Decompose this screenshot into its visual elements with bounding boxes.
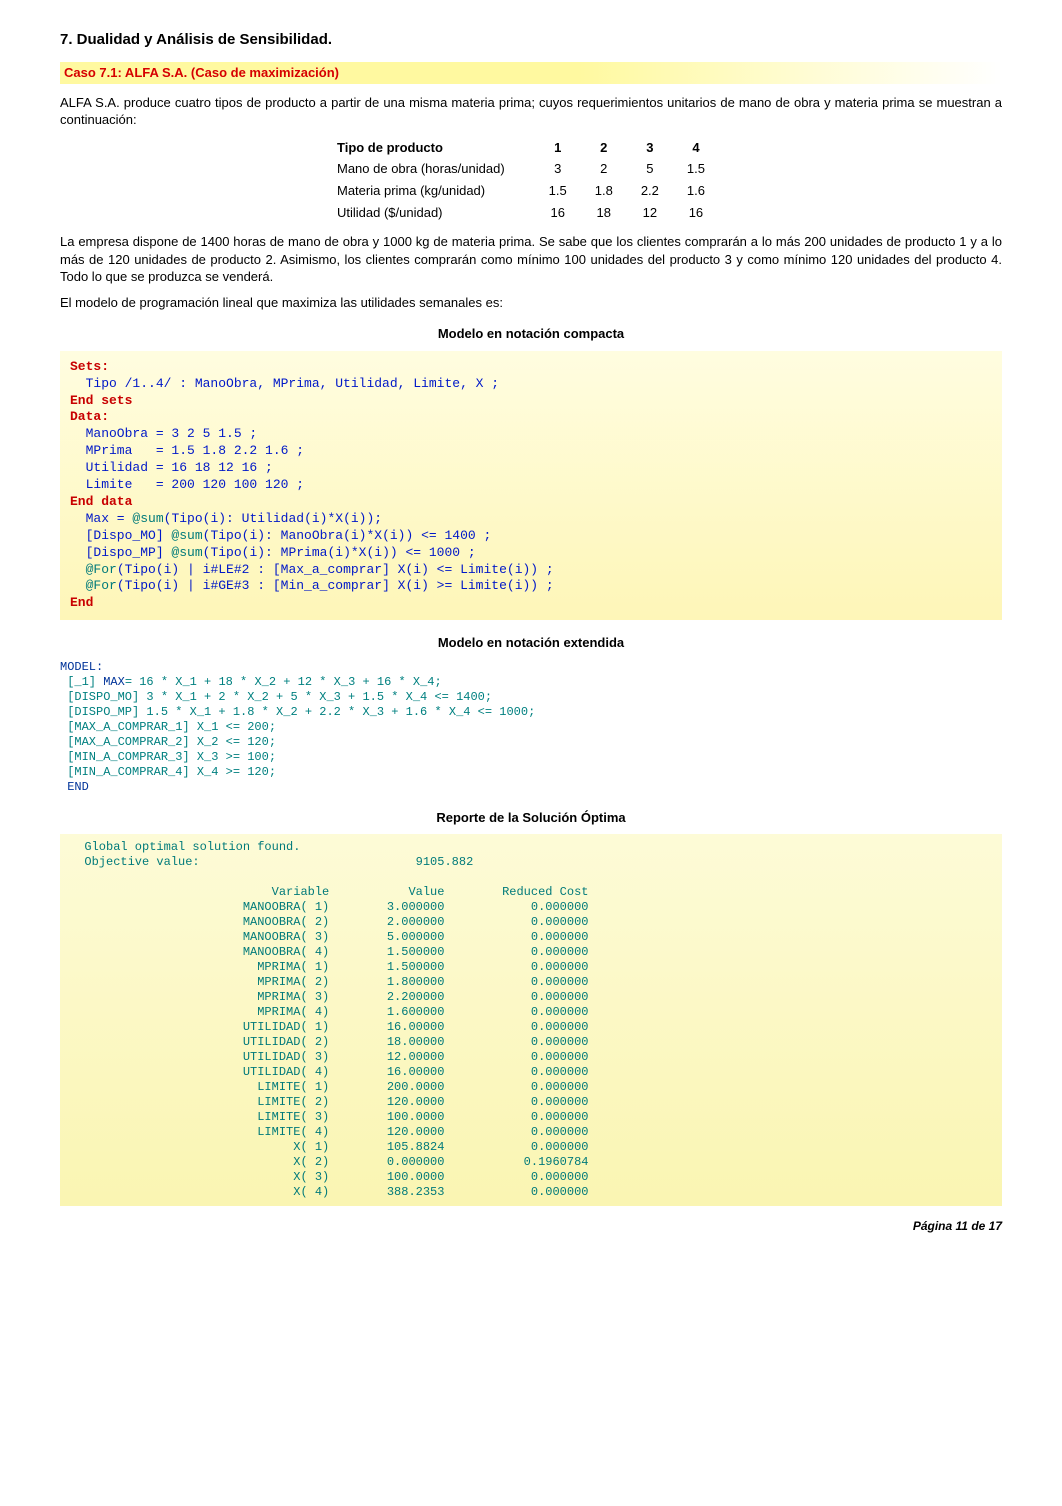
th: Tipo de producto [333, 137, 545, 159]
code-line [70, 562, 86, 577]
report-row: X( 2) 0.000000 0.1960784 [70, 1155, 588, 1169]
report-row: MANOOBRA( 1) 3.000000 0.000000 [70, 900, 588, 914]
compact-model-heading: Modelo en notación compacta [60, 325, 1002, 343]
code-line: [_1] [60, 675, 103, 689]
td: 16 [545, 202, 591, 224]
td: 5 [637, 158, 683, 180]
report-row: MPRIMA( 2) 1.800000 0.000000 [70, 975, 588, 989]
report-row: MPRIMA( 1) 1.500000 0.000000 [70, 960, 588, 974]
code-line: MPrima = 1.5 1.8 2.2 1.6 ; [70, 443, 304, 458]
parameters-table: Tipo de producto 1 2 3 4 Mano de obra (h… [333, 137, 729, 223]
compact-model-code: Sets: Tipo /1..4/ : ManoObra, MPrima, Ut… [60, 351, 1002, 620]
intro-paragraph-1: ALFA S.A. produce cuatro tipos de produc… [60, 94, 1002, 129]
report-heading: Reporte de la Solución Óptima [60, 809, 1002, 827]
td: 3 [545, 158, 591, 180]
report-colhead: Variable Value Reduced Cost [70, 885, 588, 899]
code-line: = 16 * X_1 + 18 * X_2 + 12 * X_3 + 16 * … [125, 675, 442, 689]
code-line: (Tipo(i) | i#LE#2 : [Max_a_comprar] X(i)… [117, 562, 554, 577]
kw: MAX [103, 675, 125, 689]
code-line: [Dispo_MP] [70, 545, 171, 560]
td: 2 [591, 158, 637, 180]
th: 4 [683, 137, 729, 159]
code-line: [DISPO_MO] 3 * X_1 + 2 * X_2 + 5 * X_3 +… [60, 690, 492, 704]
code-line: Max = [70, 511, 132, 526]
report-row: X( 1) 105.8824 0.000000 [70, 1140, 588, 1154]
kw-func: @For [86, 578, 117, 593]
td: Mano de obra (horas/unidad) [333, 158, 545, 180]
td: 18 [591, 202, 637, 224]
extended-model-heading: Modelo en notación extendida [60, 634, 1002, 652]
code-line: [MAX_A_COMPRAR_1] X_1 <= 200; [60, 720, 276, 734]
intro-paragraph-3: El modelo de programación lineal que max… [60, 294, 1002, 312]
report-row: MPRIMA( 4) 1.600000 0.000000 [70, 1005, 588, 1019]
kw: End [70, 595, 93, 610]
table-row: Materia prima (kg/unidad) 1.5 1.8 2.2 1.… [333, 180, 729, 202]
kw: End data [70, 494, 132, 509]
report-row: UTILIDAD( 1) 16.00000 0.000000 [70, 1020, 588, 1034]
kw-func: @sum [132, 511, 163, 526]
td: 1.8 [591, 180, 637, 202]
kw: End sets [70, 393, 132, 408]
table-row: Mano de obra (horas/unidad) 3 2 5 1.5 [333, 158, 729, 180]
td: 1.6 [683, 180, 729, 202]
code-line: [Dispo_MO] [70, 528, 171, 543]
case-heading: Caso 7.1: ALFA S.A. (Caso de maximizació… [60, 62, 1002, 84]
td: 16 [683, 202, 729, 224]
report-row: LIMITE( 4) 120.0000 0.000000 [70, 1125, 588, 1139]
report-row: LIMITE( 2) 120.0000 0.000000 [70, 1095, 588, 1109]
kw: END [60, 780, 89, 794]
page-footer: Página 11 de 17 [60, 1218, 1002, 1234]
code-line: (Tipo(i): ManoObra(i)*X(i)) <= 1400 ; [203, 528, 492, 543]
table-row: Utilidad ($/unidad) 16 18 12 16 [333, 202, 729, 224]
report-row: MPRIMA( 3) 2.200000 0.000000 [70, 990, 588, 1004]
kw: Data: [70, 409, 109, 424]
report-row: LIMITE( 3) 100.0000 0.000000 [70, 1110, 588, 1124]
table-header-row: Tipo de producto 1 2 3 4 [333, 137, 729, 159]
code-line: [DISPO_MP] 1.5 * X_1 + 1.8 * X_2 + 2.2 *… [60, 705, 535, 719]
report-row: UTILIDAD( 4) 16.00000 0.000000 [70, 1065, 588, 1079]
code-line: Limite = 200 120 100 120 ; [70, 477, 304, 492]
section-title: 7. Dualidad y Análisis de Sensibilidad. [60, 30, 1002, 50]
code-line: [MAX_A_COMPRAR_2] X_2 <= 120; [60, 735, 276, 749]
td: 1.5 [545, 180, 591, 202]
kw-func: @sum [171, 545, 202, 560]
report-line: Objective value: 9105.882 [70, 855, 473, 869]
report-row: LIMITE( 1) 200.0000 0.000000 [70, 1080, 588, 1094]
code-line: (Tipo(i) | i#GE#3 : [Min_a_comprar] X(i)… [117, 578, 554, 593]
code-line: (Tipo(i): MPrima(i)*X(i)) <= 1000 ; [203, 545, 476, 560]
td: 12 [637, 202, 683, 224]
code-line: [MIN_A_COMPRAR_4] X_4 >= 120; [60, 765, 276, 779]
report-row: X( 3) 100.0000 0.000000 [70, 1170, 588, 1184]
report-row: UTILIDAD( 3) 12.00000 0.000000 [70, 1050, 588, 1064]
report-row: MANOOBRA( 4) 1.500000 0.000000 [70, 945, 588, 959]
code-line: ManoObra = 3 2 5 1.5 ; [70, 426, 257, 441]
th: 2 [591, 137, 637, 159]
td: Materia prima (kg/unidad) [333, 180, 545, 202]
report-row: MANOOBRA( 2) 2.000000 0.000000 [70, 915, 588, 929]
code-line [70, 578, 86, 593]
code-line: [MIN_A_COMPRAR_3] X_3 >= 100; [60, 750, 276, 764]
code-line: (Tipo(i): Utilidad(i)*X(i)); [164, 511, 382, 526]
report-row: UTILIDAD( 2) 18.00000 0.000000 [70, 1035, 588, 1049]
kw: Sets: [70, 359, 109, 374]
kw: MODEL: [60, 660, 103, 674]
th: 1 [545, 137, 591, 159]
intro-paragraph-2: La empresa dispone de 1400 horas de mano… [60, 233, 1002, 286]
td: 1.5 [683, 158, 729, 180]
extended-model-code: MODEL: [_1] MAX= 16 * X_1 + 18 * X_2 + 1… [60, 660, 1002, 795]
td: Utilidad ($/unidad) [333, 202, 545, 224]
th: 3 [637, 137, 683, 159]
kw-func: @For [86, 562, 117, 577]
code-line: Tipo /1..4/ : ManoObra, MPrima, Utilidad… [70, 376, 499, 391]
solution-report: Global optimal solution found. Objective… [60, 834, 1002, 1206]
td: 2.2 [637, 180, 683, 202]
report-line: Global optimal solution found. [70, 840, 300, 854]
kw-func: @sum [171, 528, 202, 543]
report-row: X( 4) 388.2353 0.000000 [70, 1185, 588, 1199]
code-line: Utilidad = 16 18 12 16 ; [70, 460, 273, 475]
report-row: MANOOBRA( 3) 5.000000 0.000000 [70, 930, 588, 944]
